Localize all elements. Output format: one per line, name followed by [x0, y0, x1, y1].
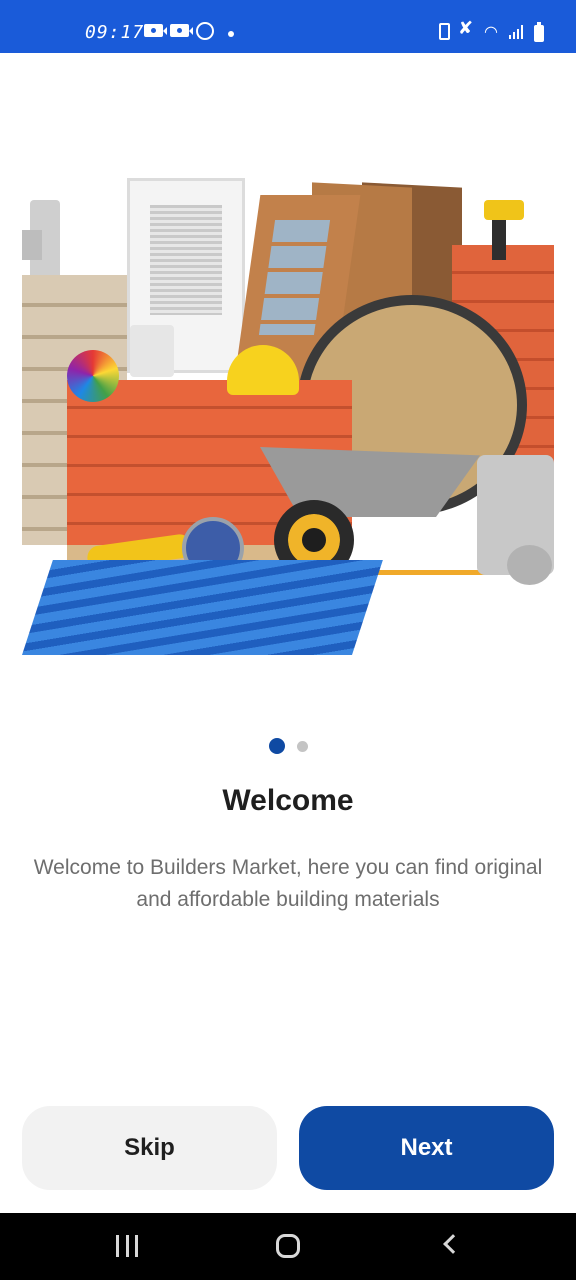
system-nav-bar — [0, 1213, 576, 1280]
roofing-sheets — [22, 560, 383, 655]
notification-dot-icon — [228, 31, 234, 37]
onboarding-title: Welcome — [222, 784, 354, 817]
page-indicator-dot-active[interactable] — [268, 738, 285, 754]
window-blind — [150, 205, 222, 315]
recent-apps-icon[interactable] — [116, 1235, 138, 1257]
page-indicator-dot[interactable] — [296, 740, 308, 752]
building-materials-illustration — [22, 165, 554, 665]
skip-button[interactable]: Skip — [22, 1106, 277, 1190]
status-time: 09:17 — [85, 22, 145, 43]
pvc-pipe-joint — [22, 230, 42, 260]
home-icon[interactable] — [276, 1234, 300, 1258]
power-drill — [484, 200, 524, 220]
pvc-pipe-fitting — [507, 545, 552, 585]
next-button[interactable]: Next — [299, 1106, 554, 1190]
back-icon[interactable] — [443, 1234, 463, 1254]
page-indicator — [0, 738, 576, 754]
signal-icon — [509, 25, 523, 39]
power-drill-handle — [492, 220, 506, 260]
paint-can — [130, 325, 174, 377]
whatsapp-icon — [196, 22, 214, 40]
battery-saver-icon — [439, 23, 450, 40]
video-camera-icon — [170, 24, 193, 37]
video-camera-icon — [144, 24, 167, 37]
onboarding-description: Welcome to Builders Market, here you can… — [33, 856, 543, 911]
mute-icon: ✘ — [458, 18, 474, 39]
wifi-icon: ◠ — [484, 22, 498, 41]
battery-icon — [534, 22, 544, 42]
color-wheel — [67, 350, 119, 402]
status-bar: 09:17 ✘ ◠ — [0, 0, 576, 53]
